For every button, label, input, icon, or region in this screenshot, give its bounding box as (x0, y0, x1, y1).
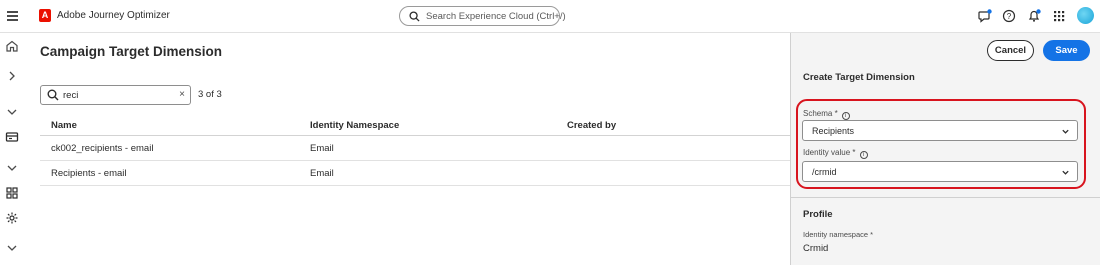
notifications-icon[interactable] (1027, 9, 1041, 23)
identity-value-select[interactable]: /crmid (802, 161, 1078, 182)
global-search[interactable]: Search Experience Cloud (Ctrl+/) (399, 6, 566, 26)
chevron-down-icon (1062, 129, 1069, 134)
save-button[interactable]: Save (1043, 40, 1090, 61)
schema-value: Recipients (812, 126, 855, 136)
filter-value: reci (63, 90, 79, 101)
info-icon[interactable]: i (841, 112, 850, 120)
home-icon[interactable] (5, 39, 19, 53)
cell-name: Recipients - email (51, 168, 127, 179)
table-header: Name Identity Namespace Created by (40, 114, 790, 136)
cell-namespace: Email (310, 143, 334, 154)
chevron-down-icon[interactable] (5, 105, 19, 119)
schema-select[interactable]: Recipients (802, 120, 1078, 141)
cancel-button[interactable]: Cancel (987, 40, 1034, 61)
avatar[interactable] (1077, 7, 1094, 24)
profile-section-title: Profile (803, 209, 833, 220)
adobe-logo[interactable]: A (39, 9, 51, 22)
cell-name: ck002_recipients - email (51, 143, 154, 154)
column-header-name[interactable]: Name (51, 120, 77, 131)
schema-label: Schema * i (803, 109, 850, 120)
identity-namespace-value: Crmid (803, 243, 829, 254)
filter-input[interactable]: reci × (40, 85, 191, 105)
apps-grid-icon[interactable] (1052, 9, 1066, 23)
settings-icon[interactable] (5, 211, 19, 225)
divider (791, 197, 1100, 198)
table-row[interactable]: Recipients - email Email (40, 161, 790, 186)
help-icon[interactable]: ? (1002, 9, 1016, 23)
left-rail (0, 33, 24, 265)
panel-title: Create Target Dimension (803, 72, 915, 83)
menu-icon[interactable] (7, 11, 18, 21)
result-count: 3 of 3 (198, 89, 222, 100)
chevron-down-icon[interactable] (5, 241, 19, 255)
grid-icon[interactable] (5, 186, 19, 200)
column-header-namespace[interactable]: Identity Namespace (310, 120, 399, 131)
dimensions-table: Name Identity Namespace Created by ck002… (40, 114, 790, 186)
app-name[interactable]: Adobe Journey Optimizer (57, 10, 170, 21)
cell-namespace: Email (310, 168, 334, 179)
chevron-down-icon (1062, 170, 1069, 175)
identity-value: /crmid (812, 167, 837, 177)
search-icon (47, 89, 59, 101)
expand-icon[interactable] (5, 69, 19, 83)
search-placeholder: Search Experience Cloud (Ctrl+/) (426, 11, 566, 22)
search-icon (409, 11, 420, 22)
table-row[interactable]: ck002_recipients - email Email (40, 136, 790, 161)
top-bar: A Adobe Journey Optimizer Search Experie… (0, 0, 1100, 33)
identity-value-label: Identity value * i (803, 148, 868, 159)
svg-text:?: ? (1007, 12, 1012, 21)
clear-icon[interactable]: × (179, 89, 185, 100)
campaign-icon[interactable] (5, 130, 19, 144)
help-chat-icon[interactable] (978, 9, 992, 23)
page-title: Campaign Target Dimension (40, 44, 223, 59)
create-target-dimension-panel: Cancel Save Create Target Dimension Sche… (790, 33, 1100, 265)
chevron-down-icon[interactable] (5, 161, 19, 175)
info-icon[interactable]: i (859, 151, 868, 159)
identity-namespace-label: Identity namespace * (803, 230, 874, 239)
column-header-created-by[interactable]: Created by (567, 120, 616, 131)
